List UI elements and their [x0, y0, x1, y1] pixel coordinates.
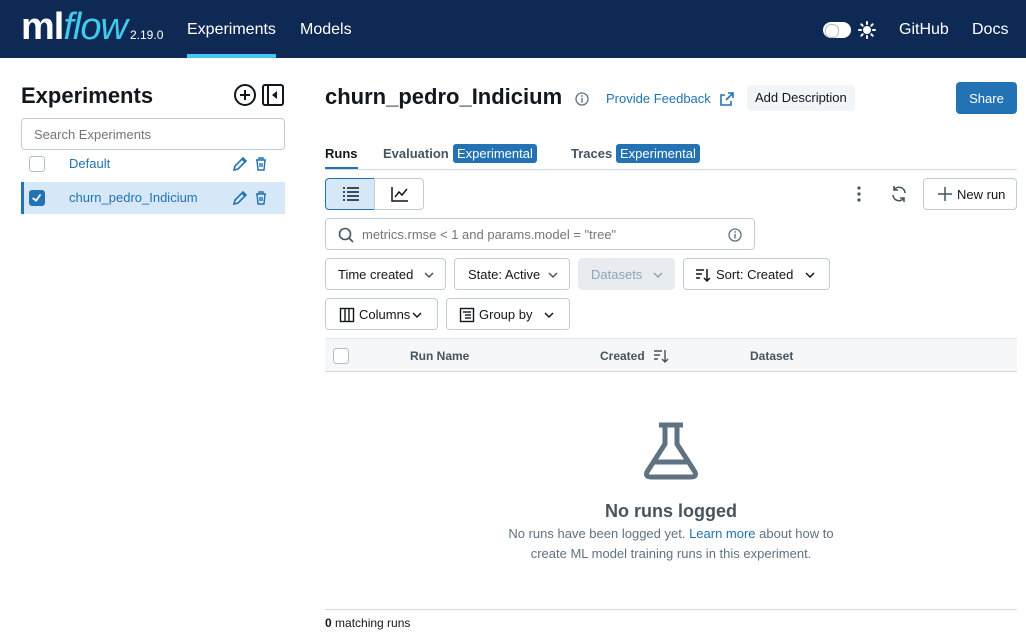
- info-icon[interactable]: [728, 228, 742, 242]
- logo-flow-text: flow: [63, 6, 128, 48]
- chevron-down-icon: [424, 272, 434, 279]
- provide-feedback-link[interactable]: Provide Feedback: [606, 91, 711, 106]
- learn-more-link[interactable]: Learn more: [689, 526, 755, 541]
- refresh-icon[interactable]: [890, 185, 908, 203]
- sidebar-item-label[interactable]: churn_pedro_Indicium: [69, 190, 198, 205]
- chevron-down-icon: [412, 312, 422, 319]
- dropdown-label: Time created: [338, 267, 414, 282]
- runs-count-label: matching runs: [331, 616, 411, 630]
- matching-runs-count: 0 matching runs: [325, 616, 410, 630]
- columns-dropdown[interactable]: Columns: [325, 298, 438, 330]
- experiment-checkbox[interactable]: [29, 156, 45, 172]
- logo-ml-text: ml: [21, 6, 64, 48]
- edit-icon[interactable]: [232, 156, 248, 172]
- column-header-run-name[interactable]: Run Name: [410, 349, 469, 363]
- docs-link[interactable]: Docs: [972, 21, 1008, 39]
- column-header-dataset[interactable]: Dataset: [750, 349, 793, 363]
- dark-mode-toggle[interactable]: [823, 22, 851, 38]
- search-icon: [338, 227, 354, 243]
- group-icon: [459, 307, 475, 323]
- dropdown-label: Group by: [479, 307, 533, 322]
- experiment-checkbox[interactable]: [29, 190, 45, 206]
- page-title: churn_pedro_Indicium: [325, 84, 563, 109]
- tab-runs[interactable]: Runs: [325, 146, 358, 161]
- trash-icon[interactable]: [254, 156, 268, 172]
- sort-dropdown[interactable]: Sort: Created: [683, 258, 830, 290]
- new-run-label: New run: [957, 187, 1006, 202]
- info-icon[interactable]: [575, 92, 589, 106]
- nav-tab-models[interactable]: Models: [300, 21, 352, 39]
- collapse-sidebar-icon[interactable]: [261, 83, 285, 107]
- add-experiment-icon[interactable]: [233, 83, 257, 107]
- more-options-icon[interactable]: [851, 185, 867, 203]
- mlflow-logo[interactable]: mlflow: [21, 6, 128, 48]
- check-icon: [32, 193, 42, 202]
- chevron-down-icon: [548, 272, 558, 279]
- dropdown-label: Columns: [359, 307, 411, 322]
- edit-icon[interactable]: [232, 190, 248, 206]
- trash-icon[interactable]: [254, 190, 268, 206]
- runs-count: 0: [325, 616, 332, 630]
- sidebar-item-default[interactable]: Default: [21, 148, 285, 180]
- dropdown-prefix: Sort:: [716, 267, 744, 282]
- new-run-button[interactable]: New run: [923, 178, 1017, 210]
- experimental-badge: Experimental: [453, 144, 537, 163]
- chart-view-button[interactable]: [374, 178, 424, 210]
- nav-active-indicator: [187, 54, 276, 58]
- runs-table-header: Run Name Created Dataset: [325, 338, 1017, 372]
- run-search-input[interactable]: [362, 225, 722, 243]
- sort-descending-icon[interactable]: [653, 348, 669, 364]
- sidebar-item-label[interactable]: Default: [69, 156, 110, 171]
- select-all-checkbox[interactable]: [333, 348, 349, 364]
- version-label: 2.19.0: [130, 28, 164, 42]
- experimental-badge: Experimental: [616, 144, 700, 163]
- columns-icon: [339, 307, 355, 323]
- add-description-button[interactable]: Add Description: [747, 85, 855, 111]
- dropdown-value: Active: [504, 267, 541, 282]
- sidebar-item-churn-pedro-indicium[interactable]: churn_pedro_Indicium: [21, 182, 285, 214]
- chevron-down-icon: [805, 272, 815, 279]
- state-dropdown[interactable]: State: Active: [454, 258, 570, 290]
- sidebar-title: Experiments: [21, 83, 154, 108]
- chevron-down-icon: [544, 312, 554, 319]
- datasets-dropdown[interactable]: Datasets: [578, 258, 675, 290]
- search-experiments-input[interactable]: [21, 118, 285, 150]
- dropdown-label: Datasets: [591, 267, 643, 282]
- dropdown-value: Created: [747, 267, 794, 282]
- nav-tab-experiments[interactable]: Experiments: [187, 21, 276, 39]
- top-nav-bar: mlflow 2.19.0 Experiments Models GitHub …: [0, 0, 1026, 58]
- github-link[interactable]: GitHub: [899, 21, 949, 39]
- list-icon: [343, 187, 359, 201]
- tab-evaluation[interactable]: Evaluation: [383, 146, 449, 161]
- chevron-down-icon: [653, 272, 663, 279]
- plus-icon: [938, 187, 952, 201]
- dropdown-prefix: State:: [468, 267, 502, 282]
- column-header-created[interactable]: Created: [600, 349, 645, 363]
- empty-state-description: No runs have been logged yet. Learn more…: [506, 524, 836, 564]
- time-created-dropdown[interactable]: Time created: [325, 258, 446, 290]
- empty-state-title: No runs logged: [605, 501, 737, 521]
- tabs-divider: [325, 169, 1017, 170]
- sun-icon: [858, 21, 876, 39]
- list-view-button[interactable]: [325, 178, 375, 210]
- external-link-icon[interactable]: [719, 91, 735, 107]
- chart-icon: [391, 187, 408, 202]
- share-button[interactable]: Share: [956, 82, 1017, 114]
- sort-icon: [696, 269, 711, 283]
- empty-desc-prefix: No runs have been logged yet.: [508, 526, 690, 541]
- footer-divider: [325, 609, 1017, 610]
- beaker-icon: [644, 422, 698, 480]
- tab-traces[interactable]: Traces: [571, 146, 612, 161]
- group-by-dropdown[interactable]: Group by: [446, 298, 570, 330]
- run-search-box[interactable]: [325, 218, 755, 250]
